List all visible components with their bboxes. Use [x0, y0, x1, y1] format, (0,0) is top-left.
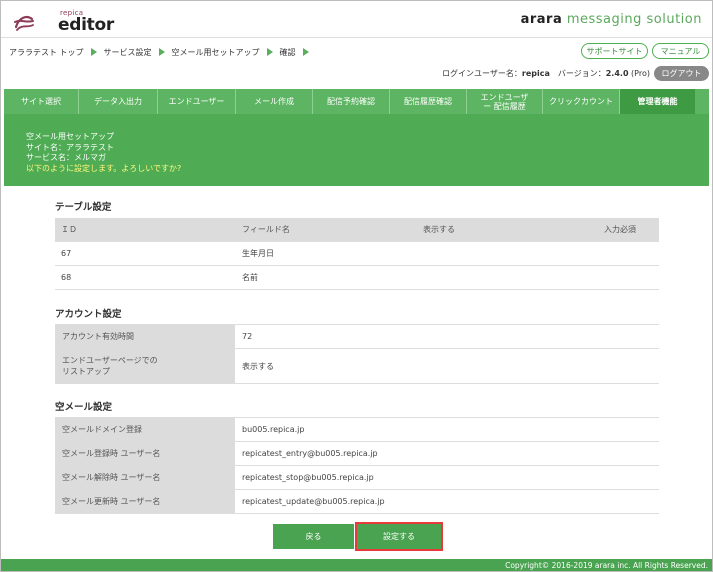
kv-key: 空メール更新時 ユーザー名	[55, 490, 235, 513]
tab-site-select[interactable]: サイト選択	[4, 89, 79, 114]
submit-settings-button[interactable]: 設定する	[357, 524, 441, 549]
banner-title: 空メール用セットアップ	[26, 132, 114, 141]
info-banner: 空メール用セットアップ サイト名：アララテスト サービス名：メルマガ 以下のよう…	[4, 114, 709, 186]
kv-value: repicatest_stop@bu005.repica.jp	[242, 473, 374, 482]
row-field: 名前	[242, 273, 258, 282]
tab-end-user-delivery-history[interactable]: エンドユーザー 配信履歴	[467, 89, 543, 114]
banner-site-name: サイト名：アララテスト	[26, 142, 114, 152]
account-settings-table: アカウント有効時間 72 エンドユーザーページでの リストアップ 表示する	[55, 324, 659, 384]
banner-confirm-message: 以下のように設定します。よろしいですか?	[26, 163, 182, 173]
empty-mail-settings-table: 空メールドメイン登録 bu005.repica.jp 空メール登録時 ユーザー名…	[55, 417, 659, 514]
logo[interactable]: repica editor	[13, 7, 114, 35]
breadcrumb-arrow-icon	[158, 48, 165, 56]
kv-row: 空メール解除時 ユーザー名 repicatest_stop@bu005.repi…	[55, 466, 659, 490]
row-id: 67	[61, 249, 72, 258]
tab-admin[interactable]: 管理者機能	[620, 89, 695, 114]
breadcrumb-item-top[interactable]: アララテスト トップ	[9, 47, 84, 58]
kv-row: 空メール更新時 ユーザー名 repicatest_update@bu005.re…	[55, 490, 659, 514]
logo-big-text: editor	[58, 15, 114, 35]
section-title-table-settings: テーブル設定	[55, 202, 112, 213]
user-info: ログインユーザー名：repica バージョン：2.4.0 (Pro)	[442, 67, 650, 80]
tab-mail-create[interactable]: メール作成	[236, 89, 313, 114]
breadcrumb-arrow-icon	[90, 48, 97, 56]
app-frame: repica editor arara messaging solution ア…	[0, 0, 713, 572]
kv-value: repicatest_update@bu005.repica.jp	[242, 497, 385, 506]
kv-row: 空メール登録時 ユーザー名 repicatest_entry@bu005.rep…	[55, 442, 659, 466]
logo-text: repica editor	[38, 9, 114, 35]
kv-key: エンドユーザーページでの リストアップ	[55, 349, 235, 383]
manual-button[interactable]: マニュアル	[652, 43, 709, 59]
row-id: 68	[61, 273, 72, 282]
tab-end-user[interactable]: エンドユーザー	[158, 89, 236, 114]
table-row: 67 生年月日	[55, 242, 659, 266]
back-button[interactable]: 戻る	[273, 524, 354, 549]
kv-row: エンドユーザーページでの リストアップ 表示する	[55, 349, 659, 384]
breadcrumb-arrow-icon	[302, 48, 309, 56]
header-show: 表示する	[423, 225, 455, 234]
breadcrumb-arrow-icon	[266, 48, 273, 56]
repica-logo-icon	[14, 16, 34, 31]
kv-value: repicatest_entry@bu005.repica.jp	[242, 449, 378, 458]
footer-copyright: Copyright© 2016-2019 arara inc. All Righ…	[1, 559, 712, 571]
tab-delivery-history[interactable]: 配信履歴確認	[390, 89, 467, 114]
tab-data-io[interactable]: データ入出力	[79, 89, 158, 114]
kv-key: 空メール解除時 ユーザー名	[55, 466, 235, 489]
brand-bold: arara	[520, 12, 563, 27]
header-field-name: フィールド名	[242, 225, 290, 234]
kv-row: 空メールドメイン登録 bu005.repica.jp	[55, 418, 659, 442]
breadcrumb-item-empty-mail-setup[interactable]: 空メール用セットアップ	[172, 47, 260, 58]
brand-logo: arara messaging solution	[521, 12, 702, 27]
logout-button[interactable]: ログアウト	[654, 66, 709, 81]
version-number: 2.4.0	[605, 69, 629, 78]
version-label: バージョン：	[549, 69, 606, 78]
kv-value: bu005.repica.jp	[242, 425, 305, 434]
row-field: 生年月日	[242, 249, 274, 258]
kv-value: 72	[242, 332, 253, 341]
banner-service-name: サービス名：メルマガ	[26, 153, 106, 162]
kv-row: アカウント有効時間 72	[55, 325, 659, 349]
table-row: 68 名前	[55, 266, 659, 290]
tab-click-count[interactable]: クリックカウント	[543, 89, 620, 114]
user-label: ログインユーザー名：	[442, 69, 522, 78]
support-site-button[interactable]: サポートサイト	[581, 43, 648, 59]
tab-delivery-schedule[interactable]: 配信予約確認	[313, 89, 390, 114]
breadcrumb-item-service-settings[interactable]: サービス設定	[104, 47, 152, 58]
header-id: ＩＤ	[61, 225, 77, 234]
section-title-account-settings: アカウント設定	[55, 309, 122, 320]
edition: (Pro)	[628, 69, 650, 78]
table-header: ＩＤ フィールド名 表示する 入力必須	[55, 218, 659, 242]
breadcrumb-item-confirm: 確認	[279, 47, 296, 57]
username: repica	[521, 69, 550, 78]
kv-key: 空メール登録時 ユーザー名	[55, 442, 235, 465]
brand-rest: messaging solution	[562, 12, 702, 27]
kv-value: 表示する	[242, 361, 274, 371]
main-nav: サイト選択 データ入出力 エンドユーザー メール作成 配信予約確認 配信履歴確認…	[4, 89, 709, 114]
section-title-empty-mail-settings: 空メール設定	[55, 402, 113, 413]
header: repica editor arara messaging solution	[1, 1, 712, 38]
header-required: 入力必須	[604, 225, 636, 234]
kv-key: アカウント有効時間	[55, 325, 235, 348]
kv-key: 空メールドメイン登録	[55, 418, 235, 441]
